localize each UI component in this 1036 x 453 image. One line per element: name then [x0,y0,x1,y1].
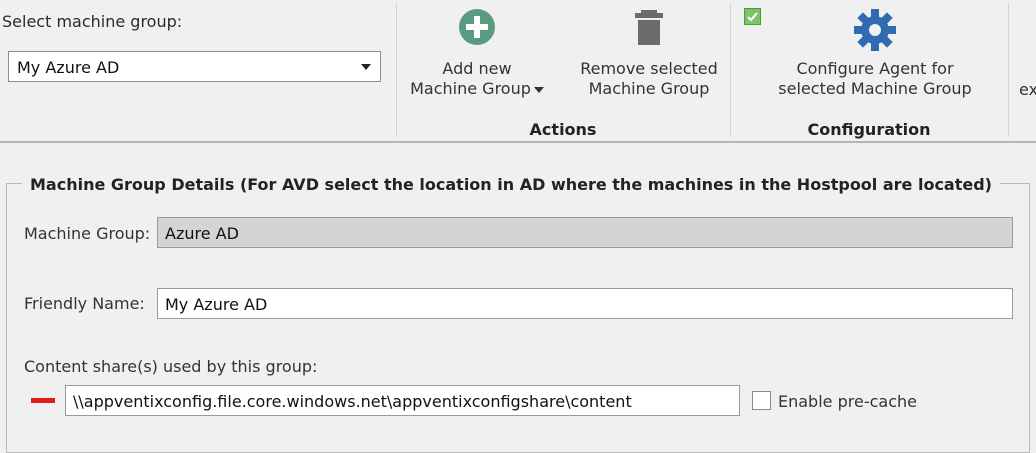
machine-group-label: Machine Group: [24,224,151,243]
configure-agent-button[interactable]: Configure Agent for selected Machine Gro… [760,8,990,99]
content-share-input[interactable]: \\appventixconfig.file.core.windows.net\… [65,385,740,416]
machine-group-value: Azure AD [165,224,239,243]
remove-selected-machine-group-button[interactable]: Remove selected Machine Group [568,8,730,99]
actions-group-title: Actions [529,120,597,139]
machine-group-field: Azure AD [157,217,1013,248]
enable-pre-cache-label[interactable]: Enable pre-cache [778,392,917,411]
friendly-name-label: Friendly Name: [24,294,145,313]
ribbon: Select machine group: My Azure AD Add ne… [0,0,1036,143]
content-area: Machine Group Details (For AVD select th… [0,143,1036,453]
add-new-label-line2: Machine Group [410,79,531,98]
friendly-name-value: My Azure AD [165,295,268,314]
friendly-name-input[interactable]: My Azure AD [157,288,1013,319]
remove-label-line2: Machine Group [588,79,710,98]
plus-circle-icon [459,9,495,45]
ribbon-separator [730,4,731,137]
remove-share-icon[interactable] [31,398,55,403]
check-icon [744,8,761,25]
add-new-label-line1: Add new [442,59,512,78]
trash-icon [635,10,663,45]
configuration-group-title: Configuration [807,120,931,139]
content-share-label: Content share(s) used by this group: [24,357,318,376]
configure-label-line1: Configure Agent for [796,59,954,78]
content-share-value: \\appventixconfig.file.core.windows.net\… [73,392,632,411]
machine-group-details-legend: Machine Group Details (For AVD select th… [22,175,1000,194]
caret-down-icon[interactable] [533,86,544,93]
gear-icon [854,9,896,51]
ribbon-separator [1008,4,1009,137]
enable-pre-cache-checkbox[interactable] [752,391,771,410]
configure-label-line2: selected Machine Group [778,79,972,98]
truncated-button-label[interactable]: ex [1019,80,1036,99]
machine-group-dropdown-value: My Azure AD [17,58,120,77]
chevron-down-icon[interactable] [361,64,371,70]
select-machine-group-label: Select machine group: [2,12,183,31]
add-new-machine-group-button[interactable]: Add new Machine Group [396,8,558,99]
machine-group-dropdown[interactable]: My Azure AD [8,51,381,82]
remove-label-line1: Remove selected [580,59,718,78]
